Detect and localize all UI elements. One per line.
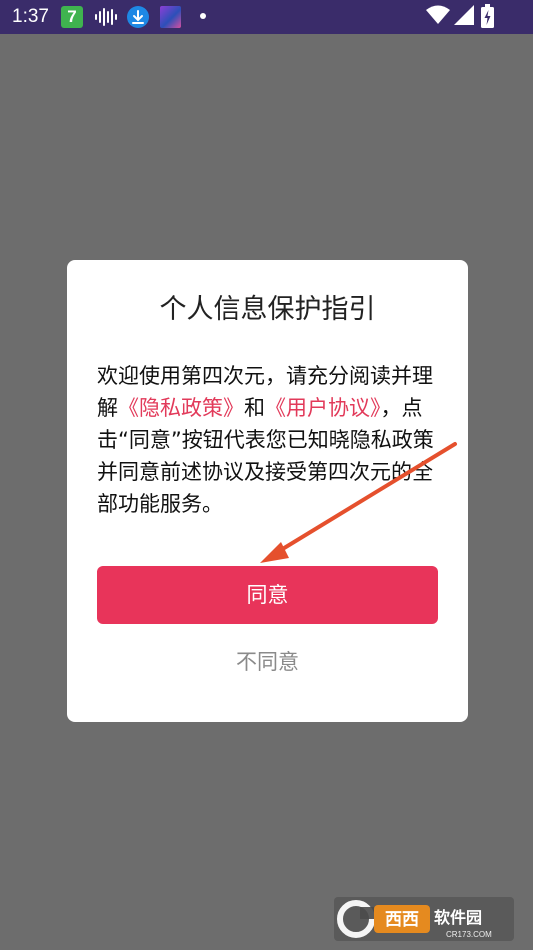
svg-text:CR173.COM: CR173.COM (446, 930, 492, 939)
annotation-arrow-icon (260, 442, 457, 563)
svg-text:软件园: 软件园 (434, 908, 482, 927)
svg-text:西西: 西西 (385, 910, 419, 930)
watermark-logo-icon: 西西 软件园 CR173.COM (334, 897, 514, 941)
